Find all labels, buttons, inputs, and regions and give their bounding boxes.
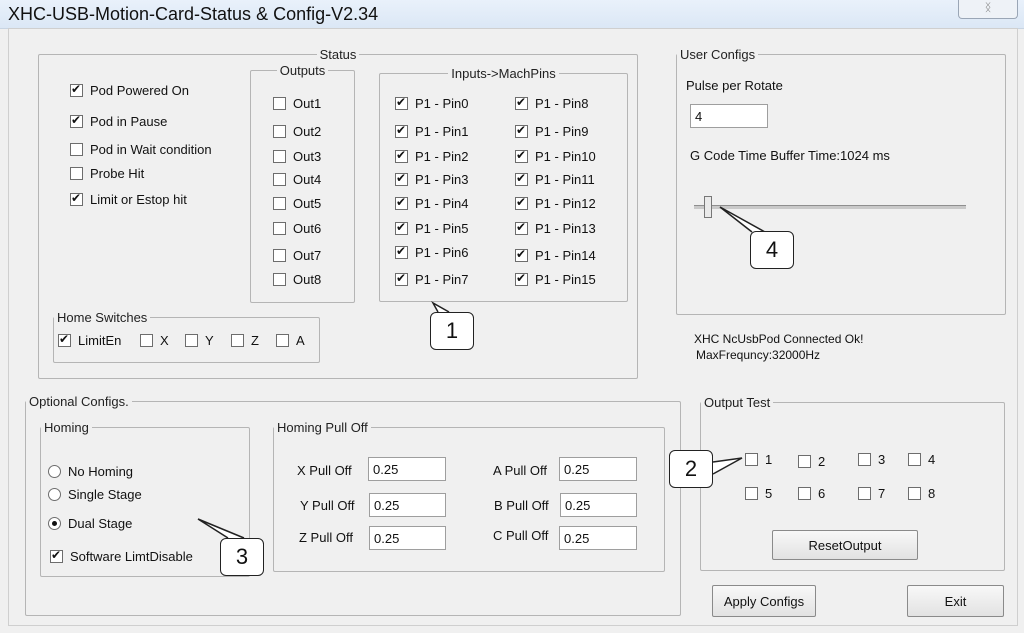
callout-pointers [197, 206, 766, 539]
callout-1: 1 [430, 312, 474, 350]
callout-1-pointer [431, 301, 450, 313]
callout-4: 4 [750, 231, 794, 269]
callout-3-pointer [197, 518, 245, 539]
callout-2: 2 [669, 450, 713, 488]
callout-3: 3 [220, 538, 264, 576]
callout-2-pointer [712, 457, 743, 475]
callout-4-pointer [719, 206, 766, 233]
